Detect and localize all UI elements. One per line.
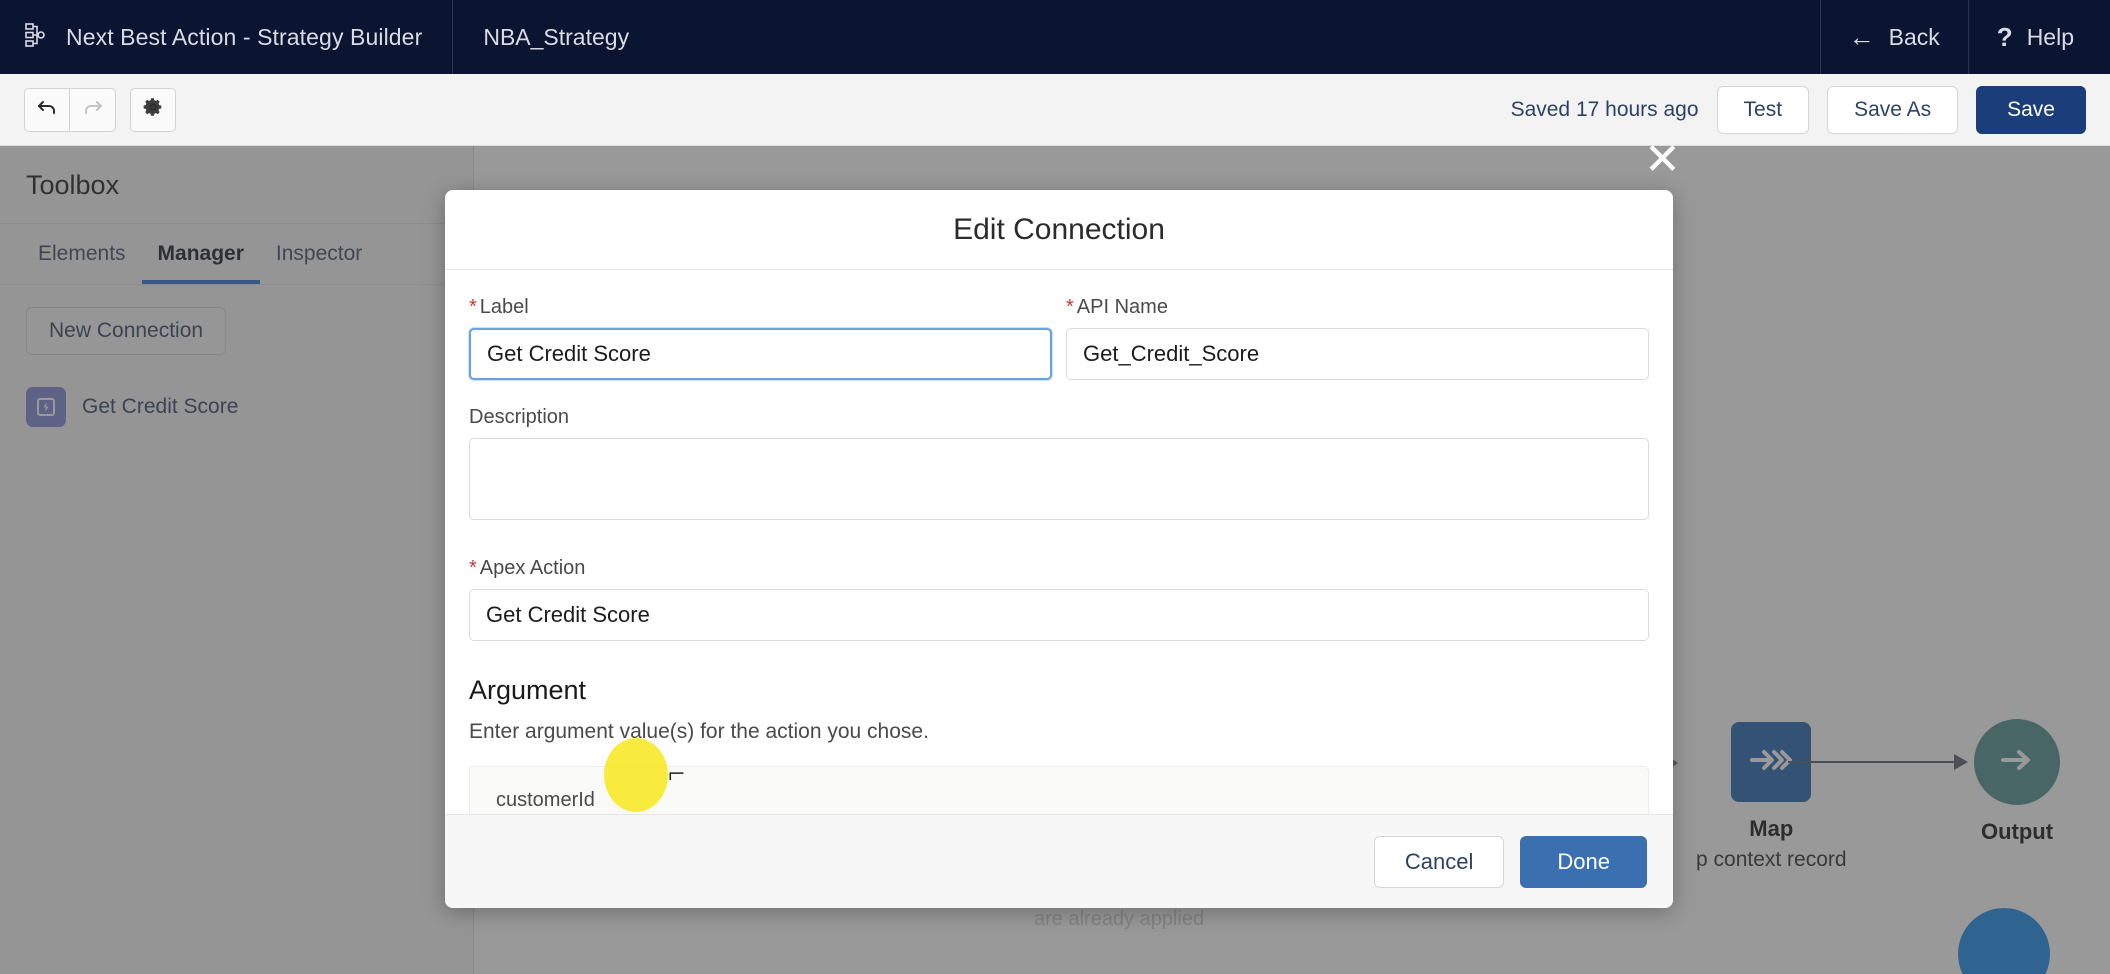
help-button[interactable]: ? Help: [1967, 0, 2110, 74]
modal-body: *Label *API Name Description *Apex Actio: [445, 270, 1673, 814]
apex-action-field-label-text: Apex Action: [479, 557, 586, 579]
question-mark-icon: ?: [1996, 22, 2013, 52]
undo-button[interactable]: [24, 87, 70, 132]
modal-header: Edit Connection: [445, 190, 1673, 270]
modal-title: Edit Connection: [953, 212, 1165, 246]
apex-action-input[interactable]: [469, 589, 1649, 641]
cancel-button[interactable]: Cancel: [1373, 835, 1505, 888]
argument-box: customerId: [469, 766, 1649, 814]
strategy-name: NBA_Strategy: [483, 23, 630, 50]
label-api-row: *Label *API Name: [469, 296, 1649, 380]
redo-button: [70, 87, 116, 132]
api-name-field-label: * API Name: [1066, 296, 1649, 319]
gear-icon: [142, 96, 164, 123]
edit-connection-modal: Edit Connection *Label *API Name: [445, 190, 1673, 908]
required-asterisk: *: [1066, 296, 1074, 318]
modal-footer: Cancel Done: [445, 814, 1673, 908]
api-name-field-group: * API Name: [1066, 296, 1649, 380]
strategy-builder-app: Next Best Action - Strategy Builder NBA_…: [0, 0, 2110, 974]
settings-button[interactable]: [130, 87, 176, 132]
customer-id-label: customerId: [496, 789, 595, 811]
required-asterisk: *: [469, 296, 477, 318]
label-field-label-text: Label: [479, 296, 529, 318]
argument-section-description: Enter argument value(s) for the action y…: [469, 720, 929, 743]
toolbar-actions: Saved 17 hours ago Test Save As Save: [1510, 85, 2086, 134]
save-button[interactable]: Save: [1976, 85, 2086, 134]
help-button-label: Help: [2026, 23, 2074, 50]
description-field-label: Description: [469, 406, 570, 428]
saved-status: Saved 17 hours ago: [1510, 97, 1699, 121]
secondary-toolbar: Saved 17 hours ago Test Save As Save: [0, 74, 2110, 146]
back-button[interactable]: ← Back: [1819, 0, 1968, 74]
argument-section-title: Argument: [469, 675, 587, 705]
apex-action-field-label: * Apex Action: [469, 557, 1649, 580]
history-button-group: [24, 87, 116, 132]
top-header-left: Next Best Action - Strategy Builder NBA_…: [0, 0, 659, 74]
top-header-right: ← Back ? Help: [1819, 0, 2110, 74]
undo-icon: [36, 96, 58, 123]
label-field-label: * Label: [469, 296, 1052, 319]
description-field-group: Description: [469, 406, 1649, 525]
save-as-button[interactable]: Save As: [1827, 85, 1959, 134]
hierarchy-icon: [24, 22, 50, 53]
close-icon[interactable]: ✕: [1644, 138, 1681, 182]
description-textarea[interactable]: [469, 438, 1649, 520]
app-brand: Next Best Action - Strategy Builder: [0, 0, 452, 74]
back-button-label: Back: [1888, 23, 1940, 50]
redo-icon: [82, 96, 104, 123]
arrow-left-icon: ←: [1848, 22, 1875, 52]
top-header-bar: Next Best Action - Strategy Builder NBA_…: [0, 0, 2110, 74]
required-asterisk: *: [469, 557, 477, 579]
api-name-field-label-text: API Name: [1076, 296, 1168, 318]
apex-action-field-group: * Apex Action: [469, 557, 1649, 641]
label-field-group: * Label: [469, 296, 1052, 380]
app-title: Next Best Action - Strategy Builder: [66, 23, 423, 50]
test-button[interactable]: Test: [1716, 85, 1810, 134]
api-name-input[interactable]: [1066, 328, 1649, 380]
done-button[interactable]: Done: [1520, 835, 1647, 888]
label-input[interactable]: [469, 328, 1052, 380]
